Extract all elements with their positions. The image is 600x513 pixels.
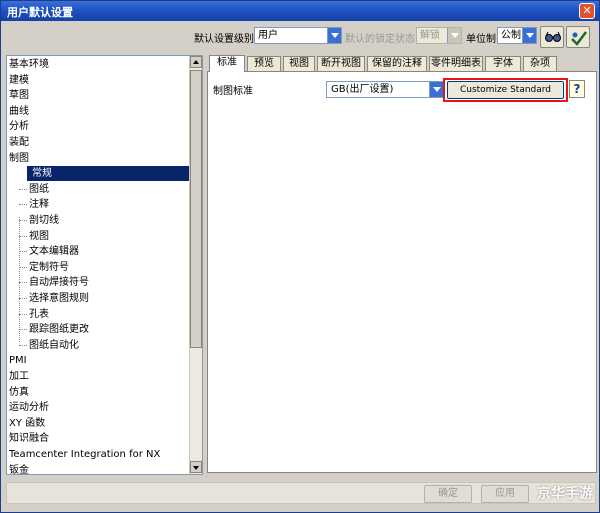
tab-item[interactable]: 视图 <box>283 56 315 71</box>
standard-tab-content: 制图标准 GB(出厂设置) Customize Standard ? <box>207 71 597 473</box>
watermark: 京华手游 <box>537 486 593 502</box>
help-icon: ? <box>573 82 581 96</box>
dialog-footer: 确定 应用 京华手游 <box>1 476 599 512</box>
settings-panel: 标准 预览 视图 断开视图 保留的注释 零件明细表 字体 杂项 制图标准 GB(出厂设置) C… <box>204 55 598 475</box>
lock-state-value: 解锁 <box>420 30 440 41</box>
window-title: 用户默认设置 <box>7 6 73 19</box>
tree-item[interactable]: 分析 <box>7 119 29 134</box>
scroll-up-icon <box>193 60 199 64</box>
drafting-standard-value: GB(出厂设置) <box>331 84 394 95</box>
customize-standard-button[interactable]: Customize Standard <box>447 81 564 99</box>
toolbar: 默认设置级别 用户 默认的锁定状态 解锁 单位制 公制 <box>1 21 599 55</box>
defaults-level-value: 用户 <box>258 30 278 41</box>
unit-system-select[interactable]: 公制 <box>497 27 537 44</box>
tree-item[interactable]: 草图 <box>7 88 29 103</box>
drafting-standard-select[interactable]: GB(出厂设置) <box>326 81 444 98</box>
tab-item[interactable]: 预览 <box>247 56 281 71</box>
defaults-level-select[interactable]: 用户 <box>254 27 342 44</box>
scroll-thumb[interactable] <box>190 70 202 348</box>
tree-item[interactable]: 图纸自动化 <box>19 338 79 353</box>
tree-item[interactable]: 孔表 <box>19 307 49 322</box>
tab-item[interactable]: 杂项 <box>523 56 557 71</box>
tree-item[interactable]: 剖切线 <box>19 213 59 228</box>
tree-guide-line <box>19 217 20 342</box>
tree-item[interactable]: 自动焊接符号 <box>19 275 89 290</box>
tree-item[interactable]: Teamcenter Integration for NX <box>7 447 160 462</box>
tree-item[interactable]: 图纸 <box>19 182 49 197</box>
combo-arrow-icon[interactable] <box>522 28 536 43</box>
unit-system-label: 单位制 <box>466 34 496 45</box>
scroll-down-icon <box>193 466 199 470</box>
glasses-icon <box>545 31 561 42</box>
lock-state-label: 默认的锁定状态 <box>345 34 415 45</box>
tree-item[interactable]: 文本编辑器 <box>19 244 79 259</box>
manage-defaults-button[interactable] <box>566 26 590 48</box>
unit-system-value: 公制 <box>501 30 521 41</box>
tree-item[interactable]: 跟踪图纸更改 <box>19 322 89 337</box>
tab-item[interactable]: 字体 <box>485 56 521 71</box>
help-button[interactable]: ? <box>569 80 585 98</box>
tree-scrollbar[interactable] <box>189 56 202 474</box>
tree-item[interactable]: 曲线 <box>7 104 29 119</box>
close-icon: ✕ <box>582 4 592 17</box>
tab-item[interactable]: 零件明细表 <box>429 56 483 71</box>
tree-item[interactable]: 基本环境 <box>7 57 49 72</box>
drafting-standard-label: 制图标准 <box>213 86 253 97</box>
ok-button[interactable]: 确定 <box>424 485 472 503</box>
apply-button[interactable]: 应用 <box>481 485 529 503</box>
tree-item[interactable]: 仿真 <box>7 385 29 400</box>
close-button[interactable]: ✕ <box>579 3 595 19</box>
tree-item[interactable]: 建模 <box>7 73 29 88</box>
tree-item[interactable]: 钣金 <box>7 463 29 474</box>
find-defaults-button[interactable] <box>540 26 564 48</box>
lock-state-select: 解锁 <box>416 27 462 44</box>
tab-item[interactable]: 断开视图 <box>317 56 365 71</box>
tree-item[interactable]: 常规 <box>27 166 197 182</box>
combo-arrow-icon[interactable] <box>429 82 443 97</box>
title-bar: 用户默认设置 ✕ <box>1 1 599 21</box>
check-icon <box>571 31 587 46</box>
tree-item[interactable]: 运动分析 <box>7 400 49 415</box>
tree-item[interactable]: 知识融合 <box>7 431 49 446</box>
tree-item[interactable]: 视图 <box>19 229 49 244</box>
tree-item[interactable]: 注释 <box>19 197 49 212</box>
tab-item[interactable]: 标准 <box>209 55 245 72</box>
user-defaults-dialog: 用户默认设置 ✕ 默认设置级别 用户 默认的锁定状态 解锁 单位制 公制 基本环… <box>0 0 600 513</box>
tree-item[interactable]: 制图 <box>7 151 29 166</box>
tree-item[interactable]: 装配 <box>7 135 29 150</box>
tab-item[interactable]: 保留的注释 <box>367 56 427 71</box>
tree-item[interactable]: PMI <box>7 353 27 368</box>
scroll-down-button[interactable] <box>190 461 202 473</box>
tree-item[interactable]: 选择意图规则 <box>19 291 89 306</box>
scroll-up-button[interactable] <box>190 56 202 68</box>
combo-arrow-icon <box>447 28 461 43</box>
combo-arrow-icon[interactable] <box>327 28 341 43</box>
defaults-level-label: 默认设置级别 <box>194 34 254 45</box>
tree-item[interactable]: 定制符号 <box>19 260 69 275</box>
tree-item[interactable]: XY 函数 <box>7 416 45 431</box>
tree-item[interactable]: 加工 <box>7 369 29 384</box>
category-tree: 基本环境 建模 草图 曲线 分析 装配 制图 常规 图纸 注释 剖切线 视图 文本编辑器 定制符号 自动焊接… <box>6 55 203 475</box>
